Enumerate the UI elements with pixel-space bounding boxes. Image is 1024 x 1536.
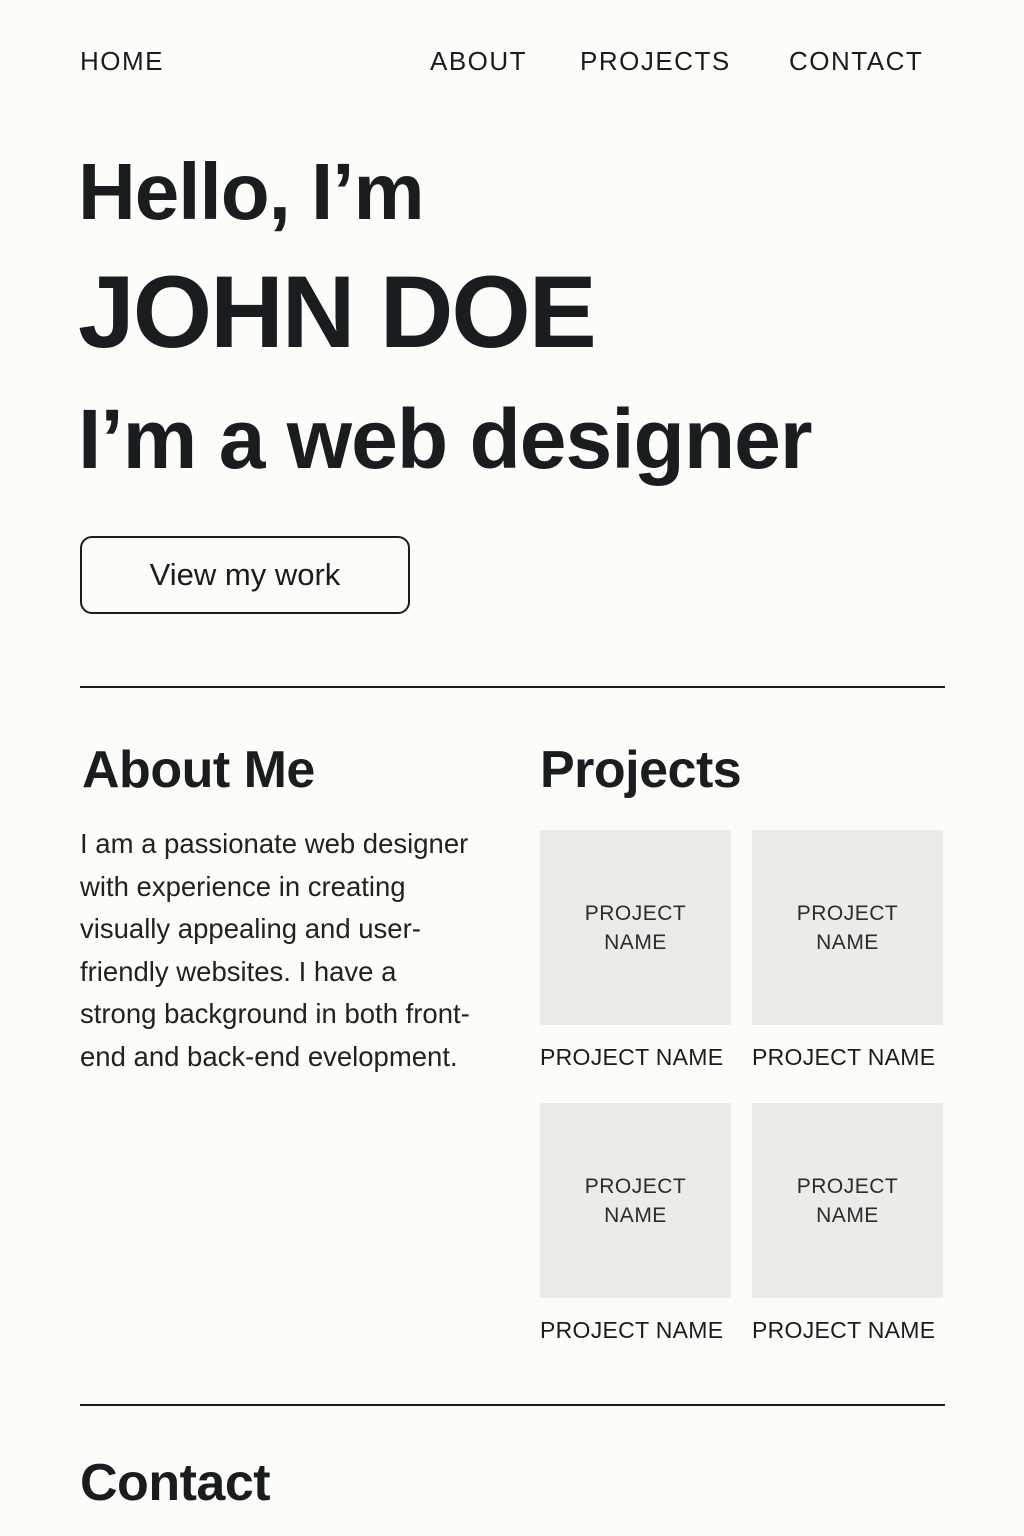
about-title: About Me [82,741,315,799]
nav-contact-link[interactable]: CONTACT [789,46,923,77]
project-card[interactable]: PROJECT NAME PROJECT NAME [752,1103,943,1344]
portfolio-page: HOME ABOUT PROJECTS CONTACT Hello, I’m J… [0,0,1024,1536]
hero-name: JOHN DOE [78,255,597,369]
project-thumbnail-label: PROJECT NAME [584,901,687,954]
contact-title: Contact [80,1454,271,1512]
section-divider [80,1404,945,1406]
project-caption[interactable]: PROJECT NAME [752,1044,943,1071]
project-card[interactable]: PROJECT NAME PROJECT NAME [752,830,943,1071]
about-description: I am a passionate web designer with expe… [80,828,470,1072]
project-thumbnail[interactable]: PROJECT NAME [540,830,731,1025]
project-card[interactable]: PROJECT NAME PROJECT NAME [540,1103,731,1344]
hero-greeting: Hello, I’m [78,147,425,236]
view-my-work-button[interactable]: View my work [80,536,410,614]
project-caption[interactable]: PROJECT NAME [540,1044,731,1071]
project-thumbnail-label: PROJECT NAME [796,1174,899,1227]
project-thumbnail-label: PROJECT NAME [796,901,899,954]
project-caption[interactable]: PROJECT NAME [752,1317,943,1344]
project-card[interactable]: PROJECT NAME PROJECT NAME [540,830,731,1071]
project-thumbnail[interactable]: PROJECT NAME [752,1103,943,1298]
project-thumbnail[interactable]: PROJECT NAME [540,1103,731,1298]
project-thumbnail-label: PROJECT NAME [584,1174,687,1227]
project-thumbnail[interactable]: PROJECT NAME [752,830,943,1025]
nav-about-link[interactable]: ABOUT [430,46,527,77]
nav-projects-link[interactable]: PROJECTS [580,46,731,77]
hero-tagline: I’m a web designer [78,392,813,486]
project-caption[interactable]: PROJECT NAME [540,1317,731,1344]
section-divider [80,686,945,688]
projects-title: Projects [540,741,742,799]
nav-home-link[interactable]: HOME [80,46,164,77]
top-navigation: HOME ABOUT PROJECTS CONTACT [80,46,924,78]
